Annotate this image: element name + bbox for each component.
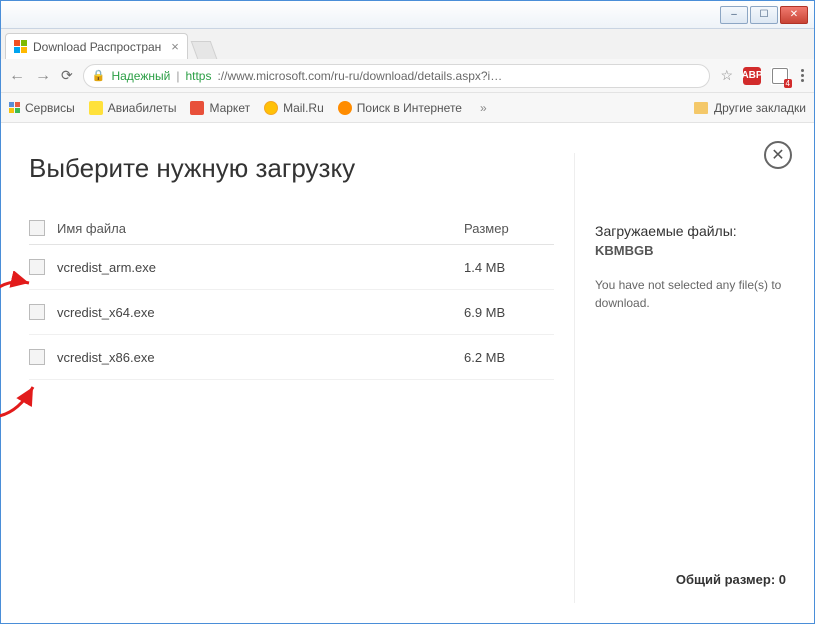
minimize-button[interactable]: –	[720, 6, 748, 24]
apps-bookmark[interactable]: Сервисы	[9, 101, 75, 115]
maximize-button[interactable]: ☐	[750, 6, 778, 24]
apps-icon	[9, 102, 20, 113]
reload-button[interactable]: ⟳	[61, 67, 73, 84]
page-content: ✕ Выберите нужную загрузку Имя файла Раз…	[1, 123, 814, 623]
file-checkbox[interactable]	[29, 259, 45, 275]
browser-tab[interactable]: Download Распростран ×	[5, 33, 188, 59]
window-titlebar: – ☐ ✕	[1, 1, 814, 29]
column-size: Размер	[464, 221, 554, 236]
table-header: Имя файла Размер	[29, 212, 554, 245]
microsoft-logo-icon	[14, 40, 27, 53]
file-size: 6.2 MB	[464, 350, 554, 365]
bookmarks-bar: Сервисы Авиабилеты Маркет Mail.Ru Поиск …	[1, 93, 814, 123]
file-size: 1.4 MB	[464, 260, 554, 275]
bookmark-poisk[interactable]: Поиск в Интернете	[338, 101, 462, 115]
other-bookmarks-button[interactable]: Другие закладки	[694, 101, 806, 115]
file-row: vcredist_arm.exe 1.4 MB	[29, 245, 554, 290]
file-row: vcredist_x86.exe 6.2 MB	[29, 335, 554, 380]
close-dialog-button[interactable]: ✕	[764, 141, 792, 169]
lock-icon: 🔒	[92, 69, 106, 82]
lastpass-extension-icon[interactable]: 4	[771, 67, 789, 85]
file-size: 6.9 MB	[464, 305, 554, 320]
search-icon	[338, 101, 352, 115]
folder-icon	[694, 102, 708, 114]
file-name: vcredist_arm.exe	[57, 260, 464, 275]
file-checkbox[interactable]	[29, 349, 45, 365]
bookmark-mailru[interactable]: Mail.Ru	[264, 101, 324, 115]
forward-button[interactable]: →	[35, 67, 51, 85]
sidebar-heading: Загружаемые файлы:	[595, 223, 786, 239]
bookmark-star-button[interactable]: ☆	[720, 67, 733, 84]
abp-extension-icon[interactable]: ABP	[743, 67, 761, 85]
url-protocol: https	[185, 69, 211, 83]
browser-window: – ☐ ✕ Download Распростран × ← → ⟳ 🔒 Над…	[0, 0, 815, 624]
market-icon	[190, 101, 204, 115]
column-filename: Имя файла	[57, 221, 464, 236]
file-checkbox[interactable]	[29, 304, 45, 320]
file-row: vcredist_x64.exe 6.9 MB	[29, 290, 554, 335]
bookmark-market[interactable]: Маркет	[190, 101, 250, 115]
new-tab-button[interactable]	[191, 41, 218, 59]
browser-menu-button[interactable]	[799, 67, 806, 84]
close-window-button[interactable]: ✕	[780, 6, 808, 24]
downloads-main: Выберите нужную загрузку Имя файла Разме…	[29, 153, 554, 603]
file-name: vcredist_x64.exe	[57, 305, 464, 320]
url-input[interactable]: 🔒 Надежный | https ://www.microsoft.com/…	[83, 64, 711, 88]
mailru-icon	[264, 101, 278, 115]
secure-label: Надежный	[111, 69, 170, 83]
total-size-label: Общий размер: 0	[676, 572, 786, 587]
sidebar-unit: KBMBGB	[595, 243, 786, 258]
address-bar: ← → ⟳ 🔒 Надежный | https ://www.microsof…	[1, 59, 814, 93]
back-button[interactable]: ←	[9, 67, 25, 85]
extension-badge: 4	[784, 79, 792, 88]
bookmarks-overflow-button[interactable]: »	[480, 101, 487, 115]
sidebar-message: You have not selected any file(s) to dow…	[595, 276, 786, 312]
page-title: Выберите нужную загрузку	[29, 153, 554, 184]
plane-icon	[89, 101, 103, 115]
close-tab-button[interactable]: ×	[171, 39, 179, 54]
url-text: ://www.microsoft.com/ru-ru/download/deta…	[217, 69, 701, 83]
downloads-sidebar: Загружаемые файлы: KBMBGB You have not s…	[574, 153, 786, 603]
select-all-checkbox[interactable]	[29, 220, 45, 236]
tab-title: Download Распростран	[33, 40, 161, 54]
tab-bar: Download Распростран ×	[1, 29, 814, 59]
file-name: vcredist_x86.exe	[57, 350, 464, 365]
bookmark-aviabilety[interactable]: Авиабилеты	[89, 101, 177, 115]
